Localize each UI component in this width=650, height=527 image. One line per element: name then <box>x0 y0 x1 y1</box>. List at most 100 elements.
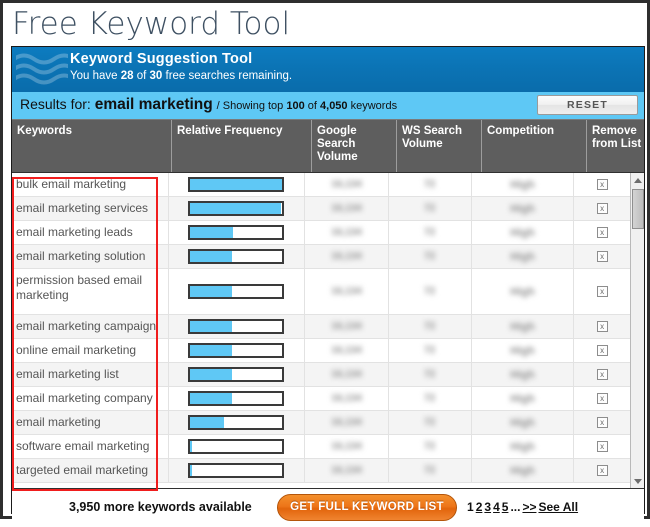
remove-cell: x <box>574 411 630 434</box>
frequency-bar <box>188 284 285 299</box>
google-search-volume-cell-value: 16,134 <box>331 286 362 297</box>
vertical-scrollbar[interactable] <box>630 173 644 488</box>
remove-x-icon[interactable]: x <box>596 417 608 428</box>
ws-search-volume-cell-value: 72 <box>424 369 436 380</box>
relative-frequency-cell <box>169 269 306 314</box>
page-link-2[interactable]: 2 <box>476 500 483 514</box>
keyword-cell: permission based email marketing <box>12 269 169 314</box>
ws-search-volume-cell-value: 72 <box>424 179 436 190</box>
ws-search-volume-cell-value: 72 <box>424 417 436 428</box>
ws-search-volume-cell: 72 <box>389 221 472 244</box>
table-row[interactable]: email marketing solution 16,134 72 High x <box>12 245 630 269</box>
results-separator: / <box>216 100 220 112</box>
remove-x-icon[interactable]: x <box>596 441 608 452</box>
column-header-competition[interactable]: Competition <box>482 120 587 172</box>
reset-button[interactable]: RESET <box>537 95 638 115</box>
searches-total: 30 <box>149 70 163 82</box>
competition-cell-value: High <box>510 320 535 333</box>
frequency-bar-fill <box>190 393 232 404</box>
remove-x-icon[interactable]: x <box>596 227 608 238</box>
table-row[interactable]: email marketing list 16,134 72 High x <box>12 363 630 387</box>
see-all-link[interactable]: See All <box>538 500 578 514</box>
table-row[interactable]: email marketing leads 16,134 72 High x <box>12 221 630 245</box>
relative-frequency-cell <box>169 363 306 386</box>
frequency-bar-fill <box>190 321 232 332</box>
competition-cell: High <box>472 245 575 268</box>
competition-cell-value: High <box>510 464 535 477</box>
competition-cell: High <box>472 221 575 244</box>
results-table-body: bulk email marketing 16,134 72 High x email m… <box>12 173 644 489</box>
brand-header: Keyword Suggestion Tool You have 28 of 3… <box>12 47 644 92</box>
column-header-remove-from-list: Remove from List <box>592 125 642 150</box>
screenshot-root: Free Keyword Tool Keyword Suggestion Too… <box>0 0 650 527</box>
competition-cell-value: High <box>510 344 535 357</box>
frequency-bar-fill <box>190 369 232 380</box>
keyword-cell: software email marketing <box>12 435 169 458</box>
keyword-tool-app: Keyword Suggestion Tool You have 28 of 3… <box>11 46 645 527</box>
google-search-volume-cell: 16,134 <box>305 245 389 268</box>
table-row[interactable]: email marketing 16,134 72 High x <box>12 411 630 435</box>
results-bar: Results for: email marketing / Showing t… <box>12 92 644 120</box>
column-header-relative-frequency[interactable]: Relative Frequency <box>172 120 312 172</box>
get-full-keyword-list-button[interactable]: GET FULL KEYWORD LIST <box>277 494 457 521</box>
table-row[interactable]: targeted email marketing 16,134 72 High x <box>12 459 630 483</box>
pagination: 1 2 3 4 5... >> See All <box>467 500 580 514</box>
ws-search-volume-cell-value: 72 <box>424 345 436 356</box>
ws-search-volume-cell-value: 72 <box>424 321 436 332</box>
frequency-bar <box>188 343 285 358</box>
ws-search-volume-cell-value: 72 <box>424 441 436 452</box>
remove-cell: x <box>574 173 630 196</box>
competition-cell: High <box>472 339 575 362</box>
column-header-keywords[interactable]: Keywords <box>12 120 172 172</box>
competition-cell-value: High <box>510 250 535 263</box>
remove-x-icon[interactable]: x <box>596 251 608 262</box>
relative-frequency-cell <box>169 173 306 196</box>
frequency-bar <box>188 225 285 240</box>
competition-cell: High <box>472 269 575 314</box>
table-row[interactable]: email marketing company 16,134 72 High x <box>12 387 630 411</box>
remove-x-icon[interactable]: x <box>596 345 608 356</box>
competition-cell-value: High <box>510 416 535 429</box>
table-row[interactable]: email marketing campaign 16,134 72 High x <box>12 315 630 339</box>
column-header-google-search-volume[interactable]: Google Search Volume <box>312 120 397 172</box>
table-row[interactable]: bulk email marketing 16,134 72 High x <box>12 173 630 197</box>
page-link-1[interactable]: 1 <box>467 500 474 514</box>
competition-cell-value: High <box>510 440 535 453</box>
scroll-up-arrow-icon[interactable] <box>631 173 644 187</box>
remove-x-icon[interactable]: x <box>596 203 608 214</box>
google-search-volume-cell-value: 16,134 <box>331 369 362 380</box>
relative-frequency-cell <box>169 459 306 482</box>
ws-search-volume-cell-value: 72 <box>424 465 436 476</box>
page-link-5[interactable]: 5 <box>502 500 509 514</box>
remove-cell: x <box>574 435 630 458</box>
scrollbar-thumb[interactable] <box>632 189 644 229</box>
ws-search-volume-cell: 72 <box>389 459 472 482</box>
table-row[interactable]: permission based email marketing 16,134 72… <box>12 269 630 315</box>
ws-search-volume-cell: 72 <box>389 315 472 338</box>
page-link-4[interactable]: 4 <box>493 500 500 514</box>
ws-search-volume-cell-value: 72 <box>424 227 436 238</box>
page-link-3[interactable]: 3 <box>484 500 491 514</box>
status-prefix: You have <box>70 70 121 82</box>
remove-x-icon[interactable]: x <box>596 286 608 297</box>
next-page-link[interactable]: >> <box>522 500 536 514</box>
remove-x-icon[interactable]: x <box>596 393 608 404</box>
ws-search-volume-cell: 72 <box>389 197 472 220</box>
remove-x-icon[interactable]: x <box>596 369 608 380</box>
remove-x-icon[interactable]: x <box>596 179 608 190</box>
google-search-volume-cell-value: 16,134 <box>331 345 362 356</box>
remove-x-icon[interactable]: x <box>596 321 608 332</box>
frequency-bar <box>188 439 285 454</box>
table-row[interactable]: online email marketing 16,134 72 High x <box>12 339 630 363</box>
table-footer: 3,950 more keywords available GET FULL K… <box>12 489 644 527</box>
frequency-bar <box>188 367 285 382</box>
ws-search-volume-cell-value: 72 <box>424 393 436 404</box>
keyword-cell: email marketing <box>12 411 169 434</box>
more-keywords-label: 3,950 more keywords available <box>69 500 252 514</box>
scroll-down-arrow-icon[interactable] <box>631 474 644 488</box>
table-row[interactable]: software email marketing 16,134 72 High x <box>12 435 630 459</box>
column-header-ws-search-volume[interactable]: WS Search Volume <box>397 120 482 172</box>
remove-x-icon[interactable]: x <box>596 465 608 476</box>
table-row[interactable]: email marketing services 16,134 72 High x <box>12 197 630 221</box>
competition-cell: High <box>472 459 575 482</box>
